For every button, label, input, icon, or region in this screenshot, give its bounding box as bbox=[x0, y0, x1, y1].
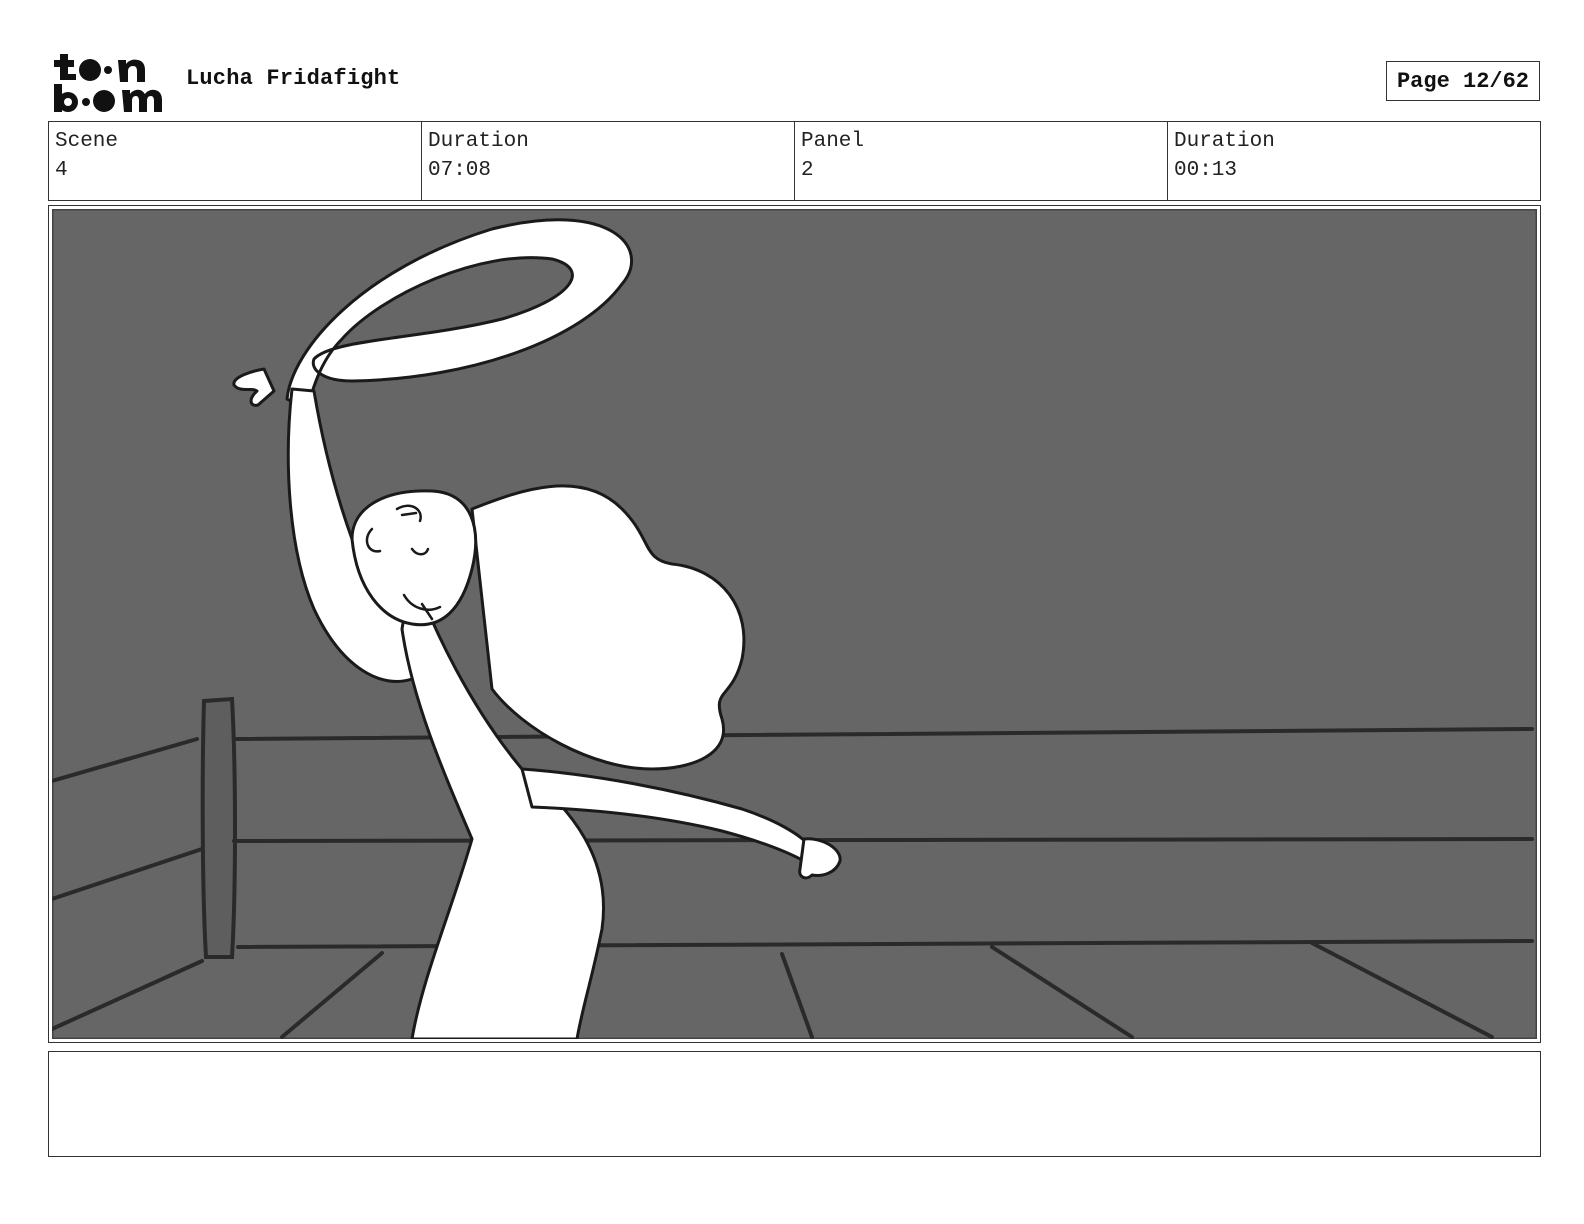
toon-boom-logo bbox=[54, 54, 162, 112]
scene-duration-label: Duration bbox=[428, 130, 529, 153]
panel-duration-label: Duration bbox=[1174, 130, 1275, 153]
panel-value: 2 bbox=[801, 159, 814, 182]
scene-label: Scene bbox=[55, 130, 119, 153]
scene-value: 4 bbox=[55, 159, 68, 182]
storyboard-panel-frame bbox=[48, 205, 1541, 1043]
panel-label: Panel bbox=[801, 130, 865, 153]
page-indicator: Page 12/62 bbox=[1386, 61, 1540, 101]
scene-cell: Scene 4 bbox=[49, 122, 422, 200]
scene-duration-value: 07:08 bbox=[428, 159, 492, 182]
storyboard-drawing bbox=[52, 209, 1537, 1039]
project-title: Lucha Fridafight bbox=[186, 66, 401, 91]
panel-duration-value: 00:13 bbox=[1174, 159, 1238, 182]
panel-duration-cell: Duration 00:13 bbox=[1168, 122, 1540, 200]
panel-cell: Panel 2 bbox=[795, 122, 1168, 200]
scene-duration-cell: Duration 07:08 bbox=[422, 122, 795, 200]
scene-info-table: Scene 4 Duration 07:08 Panel 2 Duration … bbox=[48, 121, 1541, 201]
panel-background bbox=[52, 209, 1537, 1039]
panel-caption-box bbox=[48, 1051, 1541, 1157]
